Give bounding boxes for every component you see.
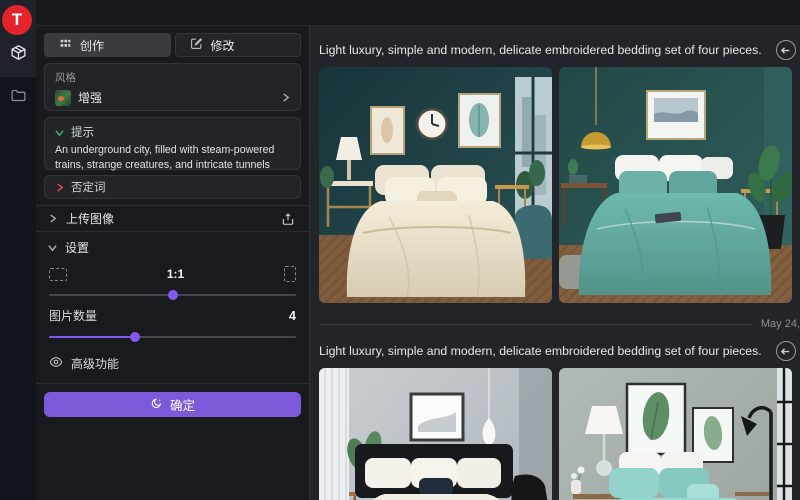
chevron-down-icon	[55, 128, 64, 137]
prompt-label: 提示	[71, 124, 94, 140]
style-value: 增强	[78, 89, 274, 106]
eye-icon	[49, 355, 63, 372]
confirm-button[interactable]: 确定	[44, 392, 301, 417]
top-bar	[36, 0, 800, 26]
generated-image[interactable]	[559, 67, 792, 303]
upload-image-row[interactable]: 上传图像	[44, 206, 301, 231]
tab-modify-label: 修改	[211, 37, 235, 54]
confirm-label: 确定	[170, 395, 195, 414]
bedroom-scene-teal	[559, 67, 792, 303]
date-label: May 24,	[761, 318, 800, 330]
brand-logo[interactable]: T	[2, 5, 32, 35]
generate-nav-item[interactable]	[10, 44, 27, 61]
control-panel: 创作 修改 风格 增强 提示 An underground city, fill…	[36, 26, 310, 500]
negative-label: 否定词	[71, 179, 106, 195]
assets-nav-item[interactable]	[10, 87, 27, 104]
grid-icon	[59, 37, 72, 53]
arrow-left-icon	[780, 346, 791, 357]
prompt-header[interactable]: 提示	[55, 124, 290, 140]
advanced-label: 高级功能	[71, 355, 119, 372]
bedroom-scene-white	[319, 368, 552, 500]
chevron-right-icon	[48, 214, 57, 223]
image-count-slider[interactable]	[49, 332, 296, 342]
portrait-ratio-icon[interactable]	[284, 266, 296, 282]
brand-letter: T	[12, 10, 22, 30]
generated-image[interactable]	[559, 368, 792, 500]
nav-rail: T	[0, 0, 36, 500]
upload-label: 上传图像	[66, 210, 272, 227]
tab-modify[interactable]: 修改	[175, 33, 302, 57]
edit-icon	[190, 37, 203, 53]
upload-icon[interactable]	[281, 212, 295, 226]
generation-prompt-row: Light luxury, simple and modern, delicat…	[319, 38, 800, 62]
folder-icon	[10, 87, 27, 104]
landscape-ratio-icon[interactable]	[49, 268, 67, 281]
chevron-down-icon	[48, 243, 57, 252]
style-thumbnail	[55, 90, 71, 106]
mode-tabs: 创作 修改	[44, 33, 301, 57]
arrow-left-icon	[780, 45, 791, 56]
bedroom-scene-aqua	[559, 368, 792, 500]
aspect-ratio-row: 1:1	[44, 266, 301, 282]
slider-thumb[interactable]	[168, 290, 178, 300]
chevron-right-icon	[281, 93, 290, 102]
chevron-right-icon	[55, 183, 64, 192]
generation-images-row	[319, 368, 800, 500]
negative-header[interactable]: 否定词	[55, 179, 106, 195]
negative-section: 否定词	[44, 175, 301, 199]
advanced-features-row[interactable]: 高级功能	[44, 355, 301, 372]
image-count-label: 图片数量	[49, 307, 289, 324]
aspect-ratio-value: 1:1	[67, 267, 284, 281]
generated-image[interactable]	[319, 368, 552, 500]
generation-feed: Light luxury, simple and modern, delicat…	[311, 26, 800, 500]
settings-header[interactable]: 设置	[44, 239, 301, 256]
prompt-section: 提示 An underground city, filled with stea…	[44, 117, 301, 170]
tab-create-label: 创作	[80, 37, 104, 54]
app-window: T 创作 修改 风格 增强	[0, 0, 800, 500]
generation-images-row	[319, 67, 800, 303]
generation-prompt-text: Light luxury, simple and modern, delicat…	[319, 43, 762, 57]
divider	[36, 231, 309, 232]
style-label: 风格	[55, 70, 290, 85]
generated-image[interactable]	[319, 67, 552, 303]
generation-prompt-row: Light luxury, simple and modern, delicat…	[319, 339, 800, 363]
reuse-prompt-button[interactable]	[776, 40, 796, 60]
tab-create[interactable]: 创作	[44, 33, 171, 57]
settings-label: 设置	[65, 239, 89, 256]
slider-thumb[interactable]	[130, 332, 140, 342]
date-divider: May 24,	[319, 317, 800, 331]
generation-prompt-text: Light luxury, simple and modern, delicat…	[319, 344, 762, 358]
style-section: 风格 增强	[44, 63, 301, 111]
style-selector[interactable]: 增强	[55, 89, 290, 106]
image-count-row: 图片数量 4	[44, 307, 301, 324]
bedroom-scene-cream	[319, 67, 552, 303]
divider	[36, 383, 309, 384]
reuse-prompt-button[interactable]	[776, 341, 796, 361]
slider-fill	[49, 336, 135, 338]
image-count-value: 4	[289, 309, 296, 323]
cube-icon	[10, 44, 27, 61]
moon-sparkle-icon	[150, 397, 163, 413]
aspect-ratio-slider[interactable]	[49, 290, 296, 300]
divider-line	[319, 324, 752, 325]
